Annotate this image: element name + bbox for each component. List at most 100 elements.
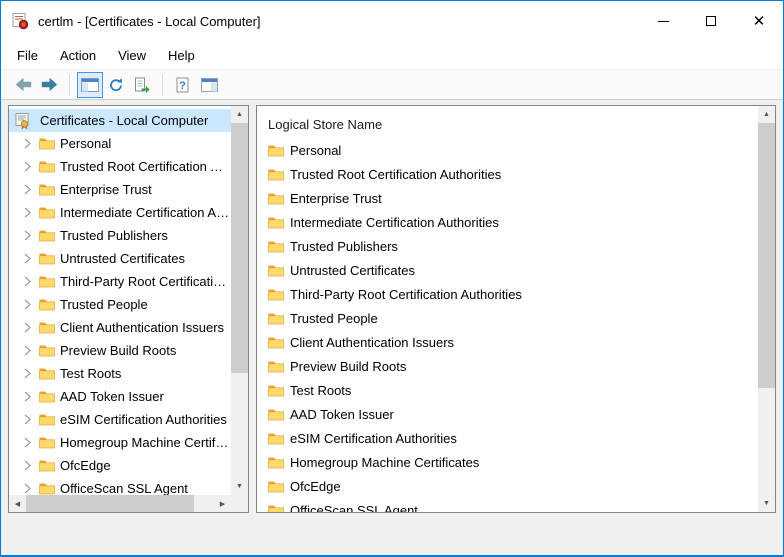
- chevron-right-icon[interactable]: [24, 299, 39, 310]
- list-item[interactable]: OfficeScan SSL Agent: [257, 498, 758, 512]
- chevron-right-icon[interactable]: [24, 184, 39, 195]
- refresh-button[interactable]: [103, 72, 129, 98]
- close-icon: ✕: [753, 14, 766, 29]
- tree-item[interactable]: Test Roots: [9, 362, 231, 385]
- tree-item[interactable]: Homegroup Machine Certificates: [9, 431, 231, 454]
- show-action-pane-button[interactable]: [196, 72, 222, 98]
- list-item[interactable]: Preview Build Roots: [257, 354, 758, 378]
- column-header-logical-store-name[interactable]: Logical Store Name: [257, 111, 758, 138]
- folder-icon: [268, 264, 284, 277]
- scroll-right-icon[interactable]: ▶: [214, 495, 231, 512]
- scroll-left-icon[interactable]: ◀: [9, 495, 26, 512]
- tree-vertical-scrollbar[interactable]: ▲ ▼: [231, 106, 248, 495]
- list-vertical-scrollbar[interactable]: ▲ ▼: [758, 106, 775, 512]
- maximize-icon: [706, 16, 716, 26]
- tree-item[interactable]: Intermediate Certification Authorities: [9, 201, 231, 224]
- list-item-label: Trusted People: [290, 311, 378, 326]
- list-item[interactable]: Test Roots: [257, 378, 758, 402]
- tree-item-label: Trusted Publishers: [60, 228, 168, 243]
- list-item[interactable]: Personal: [257, 138, 758, 162]
- certificates-store-icon: [14, 113, 30, 129]
- chevron-right-icon[interactable]: [24, 345, 39, 356]
- close-button[interactable]: ✕: [735, 1, 783, 41]
- app-window: certlm - [Certificates - Local Computer]…: [0, 0, 784, 557]
- list-item[interactable]: Trusted People: [257, 306, 758, 330]
- window-title: certlm - [Certificates - Local Computer]: [38, 14, 261, 29]
- tree-hscroll-thumb[interactable]: [26, 495, 194, 512]
- tree-root-certificates[interactable]: Certificates - Local Computer: [9, 109, 231, 132]
- tree-item[interactable]: Trusted Root Certification Authorities: [9, 155, 231, 178]
- tree-item[interactable]: Preview Build Roots: [9, 339, 231, 362]
- list-item[interactable]: Trusted Root Certification Authorities: [257, 162, 758, 186]
- list-item[interactable]: OfcEdge: [257, 474, 758, 498]
- menu-action[interactable]: Action: [49, 44, 107, 67]
- chevron-right-icon[interactable]: [24, 414, 39, 425]
- menu-bar: File Action View Help: [1, 41, 783, 69]
- scroll-down-icon[interactable]: ▼: [231, 478, 248, 495]
- list-item[interactable]: Intermediate Certification Authorities: [257, 210, 758, 234]
- list-vscroll-thumb[interactable]: [758, 123, 775, 388]
- chevron-right-icon[interactable]: [24, 391, 39, 402]
- list-item-label: Enterprise Trust: [290, 191, 382, 206]
- list-item[interactable]: Untrusted Certificates: [257, 258, 758, 282]
- scroll-down-icon[interactable]: ▼: [758, 495, 775, 512]
- title-bar: certlm - [Certificates - Local Computer]…: [1, 1, 783, 41]
- list-viewport: Logical Store Name Personal Trusted Root…: [257, 106, 758, 512]
- menu-file[interactable]: File: [6, 44, 49, 67]
- chevron-right-icon[interactable]: [24, 483, 39, 494]
- tree-item[interactable]: OfcEdge: [9, 454, 231, 477]
- chevron-right-icon[interactable]: [24, 460, 39, 471]
- toolbar: ?: [1, 69, 783, 100]
- export-list-button[interactable]: [129, 72, 155, 98]
- menu-view[interactable]: View: [107, 44, 157, 67]
- tree-item[interactable]: eSIM Certification Authorities: [9, 408, 231, 431]
- tree-item[interactable]: Third-Party Root Certification Authoriti…: [9, 270, 231, 293]
- folder-icon: [39, 390, 55, 403]
- folder-icon: [39, 183, 55, 196]
- back-button[interactable]: [10, 72, 36, 98]
- list-item[interactable]: Enterprise Trust: [257, 186, 758, 210]
- maximize-button[interactable]: [687, 1, 735, 41]
- list-item-label: Third-Party Root Certification Authoriti…: [290, 287, 522, 302]
- menu-help[interactable]: Help: [157, 44, 206, 67]
- chevron-right-icon[interactable]: [24, 230, 39, 241]
- tree-item[interactable]: Trusted People: [9, 293, 231, 316]
- toolbar-separator: [69, 74, 70, 96]
- tree-item[interactable]: Client Authentication Issuers: [9, 316, 231, 339]
- chevron-right-icon[interactable]: [24, 253, 39, 264]
- chevron-right-icon[interactable]: [24, 276, 39, 287]
- list-item[interactable]: Trusted Publishers: [257, 234, 758, 258]
- show-console-tree-button[interactable]: [77, 72, 103, 98]
- forward-button[interactable]: [36, 72, 62, 98]
- tree-item[interactable]: AAD Token Issuer: [9, 385, 231, 408]
- scroll-up-icon[interactable]: ▲: [758, 106, 775, 123]
- folder-icon: [268, 480, 284, 493]
- chevron-right-icon[interactable]: [24, 207, 39, 218]
- tree-item-label: Trusted Root Certification Authorities: [60, 159, 231, 174]
- folder-icon: [268, 384, 284, 397]
- chevron-right-icon[interactable]: [24, 138, 39, 149]
- tree-item[interactable]: Untrusted Certificates: [9, 247, 231, 270]
- list-item[interactable]: AAD Token Issuer: [257, 402, 758, 426]
- list-item[interactable]: Third-Party Root Certification Authoriti…: [257, 282, 758, 306]
- scroll-up-icon[interactable]: ▲: [231, 106, 248, 123]
- list-item[interactable]: Client Authentication Issuers: [257, 330, 758, 354]
- chevron-right-icon[interactable]: [24, 322, 39, 333]
- folder-icon: [268, 360, 284, 373]
- chevron-right-icon[interactable]: [24, 161, 39, 172]
- tree-item[interactable]: Enterprise Trust: [9, 178, 231, 201]
- chevron-right-icon[interactable]: [24, 437, 39, 448]
- minimize-button[interactable]: [639, 1, 687, 41]
- tree-item[interactable]: Trusted Publishers: [9, 224, 231, 247]
- help-button[interactable]: ?: [170, 72, 196, 98]
- list-item[interactable]: Homegroup Machine Certificates: [257, 450, 758, 474]
- tree-vscroll-thumb[interactable]: [231, 123, 248, 373]
- folder-icon: [268, 336, 284, 349]
- tree-item[interactable]: Personal: [9, 132, 231, 155]
- window-controls: ✕: [639, 1, 783, 41]
- tree-horizontal-scrollbar[interactable]: ◀ ▶: [9, 495, 231, 512]
- tree-item[interactable]: OfficeScan SSL Agent: [9, 477, 231, 495]
- chevron-right-icon[interactable]: [24, 368, 39, 379]
- folder-icon: [39, 298, 55, 311]
- list-item[interactable]: eSIM Certification Authorities: [257, 426, 758, 450]
